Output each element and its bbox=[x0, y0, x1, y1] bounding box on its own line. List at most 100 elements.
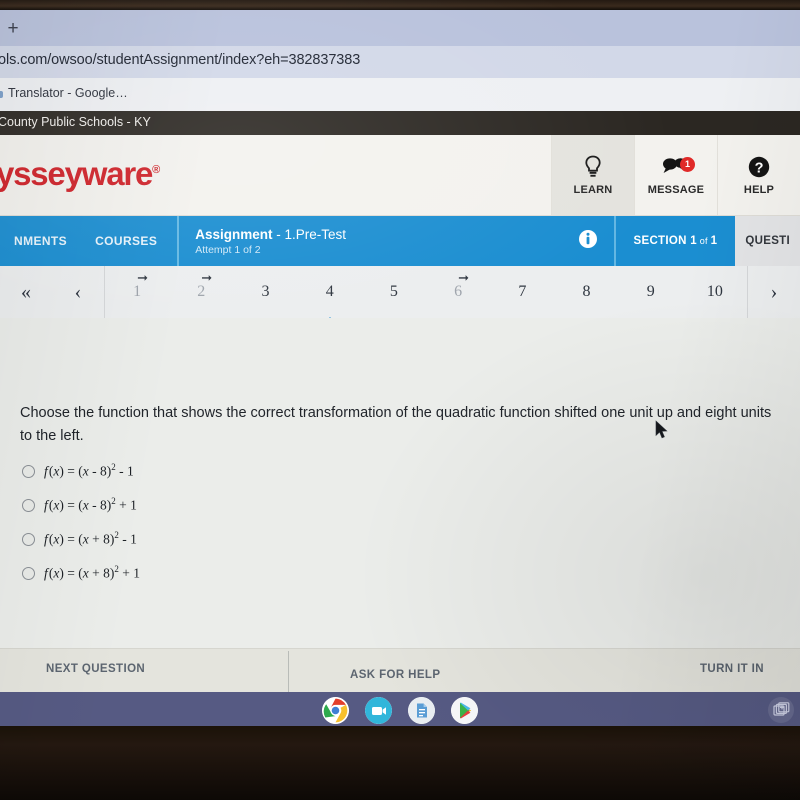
question-indicator: QUESTI bbox=[735, 216, 800, 266]
question-number-label: 2 bbox=[197, 283, 206, 300]
help-button[interactable]: ? HELP bbox=[717, 135, 800, 215]
window-title-text: County Public Schools - KY bbox=[0, 115, 151, 129]
answer-choice-c[interactable]: f (x) = (x + 8)2 - 1 bbox=[22, 522, 522, 556]
message-button[interactable]: 1 MESSAGE bbox=[634, 135, 717, 215]
question-number-list: ➞ 1 ➞ 2 3 4 5 ➞ 6 7 8 9 10 bbox=[105, 266, 747, 326]
section-prefix: SECTION bbox=[633, 235, 687, 247]
question-number-label: 1 bbox=[133, 283, 142, 300]
message-badge: 1 bbox=[680, 157, 695, 172]
question-number-label: 10 bbox=[706, 283, 723, 300]
assignment-info-button[interactable] bbox=[562, 216, 614, 266]
question-navigator: « ‹ ➞ 1 ➞ 2 3 4 5 ➞ 6 7 8 9 10 › bbox=[0, 266, 800, 326]
question-number-label: 5 bbox=[389, 283, 398, 300]
message-label: MESSAGE bbox=[647, 184, 705, 196]
assignment-attempt: Attempt 1 of 2 bbox=[195, 243, 261, 256]
section-number: 1 bbox=[690, 235, 697, 247]
play-store-icon[interactable] bbox=[451, 696, 478, 724]
svg-text:?: ? bbox=[755, 160, 764, 176]
monitor-bezel-top bbox=[0, 0, 800, 10]
answer-choice-b[interactable]: f (x) = (x - 8)2 + 1 bbox=[22, 488, 522, 522]
assignment-info: Assignment - 1.Pre-Test Attempt 1 of 2 bbox=[177, 216, 561, 266]
question-prompt: Choose the function that shows the corre… bbox=[20, 405, 772, 444]
question-flag-arrow-icon: ➞ bbox=[201, 270, 213, 285]
laptop-screen: + ols.com/owsoo/studentAssignment/index?… bbox=[0, 0, 800, 800]
answer-choice-text-b: f (x) = (x - 8)2 + 1 bbox=[44, 496, 137, 513]
question-mark-circle-icon: ? bbox=[747, 154, 771, 180]
answer-choice-text-c: f (x) = (x + 8)2 - 1 bbox=[44, 530, 137, 547]
answer-choice-d[interactable]: f (x) = (x + 8)2 + 1 bbox=[22, 556, 522, 590]
assignment-action-bar: NEXT QUESTION ASK FOR HELP TURN IT IN bbox=[0, 648, 800, 693]
radio-button-c[interactable] bbox=[22, 532, 35, 546]
radio-button-b[interactable] bbox=[22, 498, 35, 512]
question-number-10[interactable]: 10 bbox=[683, 266, 747, 318]
assignment-name: - 1.Pre-Test bbox=[276, 226, 347, 242]
learn-button[interactable]: LEARN bbox=[551, 135, 634, 215]
question-number-2[interactable]: ➞ 2 bbox=[169, 266, 233, 318]
question-number-label: 8 bbox=[582, 283, 591, 300]
action-bar-divider bbox=[288, 651, 289, 693]
video-call-icon[interactable] bbox=[365, 696, 392, 724]
bookmarks-bar: Translator - Google… bbox=[0, 78, 800, 112]
bookmark-item-translator[interactable]: Translator - Google… bbox=[8, 86, 128, 100]
nav-courses[interactable]: COURSES bbox=[81, 216, 171, 266]
screen-photo: + ols.com/owsoo/studentAssignment/index?… bbox=[0, 0, 800, 800]
question-number-label: 4 bbox=[325, 283, 334, 300]
radio-button-a[interactable] bbox=[22, 464, 35, 478]
odysseyware-logo[interactable]: lysseyware® bbox=[0, 155, 160, 193]
new-tab-button[interactable]: + bbox=[4, 19, 22, 38]
registered-trademark-icon: ® bbox=[152, 164, 161, 176]
next-question-arrow-button[interactable]: › bbox=[748, 266, 800, 318]
previous-question-button[interactable]: ‹ bbox=[52, 266, 104, 318]
answer-choice-a[interactable]: f (x) = (x - 8)2 - 1 bbox=[22, 454, 522, 488]
section-of: of bbox=[699, 236, 708, 246]
question-flag-arrow-icon: ➞ bbox=[137, 270, 148, 285]
learn-label: LEARN bbox=[573, 184, 613, 196]
question-number-label: 3 bbox=[261, 283, 270, 300]
answer-choice-text-d: f (x) = (x + 8)2 + 1 bbox=[44, 564, 140, 581]
browser-tab-strip: + bbox=[0, 9, 800, 47]
section-indicator: SECTION 1 of 1 bbox=[613, 216, 736, 266]
radio-button-d[interactable] bbox=[22, 566, 35, 580]
question-number-5[interactable]: 5 bbox=[362, 266, 426, 318]
google-docs-icon[interactable] bbox=[408, 696, 435, 724]
question-number-6[interactable]: ➞ 6 bbox=[426, 266, 490, 318]
first-question-button[interactable]: « bbox=[0, 266, 52, 318]
chrome-icon[interactable] bbox=[322, 696, 349, 724]
question-flag-arrow-icon: ➞ bbox=[458, 270, 470, 285]
assignment-label: Assignment bbox=[195, 226, 273, 242]
next-question-button[interactable]: NEXT QUESTION bbox=[46, 663, 145, 675]
question-number-label: 9 bbox=[646, 283, 655, 300]
browser-address-bar[interactable]: ols.com/owsoo/studentAssignment/index?eh… bbox=[0, 46, 800, 78]
question-number-1[interactable]: ➞ 1 bbox=[105, 266, 169, 318]
question-number-label: 6 bbox=[454, 283, 463, 300]
question-number-9[interactable]: 9 bbox=[619, 266, 683, 318]
assignment-bar: NMENTS COURSES Assignment - 1.Pre-Test A… bbox=[0, 216, 800, 266]
question-number-3[interactable]: 3 bbox=[233, 266, 297, 318]
address-bar-field[interactable]: ols.com/owsoo/studentAssignment/index?eh… bbox=[0, 46, 800, 78]
question-number-label: 7 bbox=[518, 283, 527, 300]
question-number-4[interactable]: 4 bbox=[298, 266, 362, 326]
window-title-strip: County Public Schools - KY bbox=[0, 111, 800, 135]
help-label: HELP bbox=[743, 184, 775, 196]
chromeos-shelf bbox=[0, 692, 800, 728]
info-circle-icon bbox=[578, 229, 598, 254]
question-number-7[interactable]: 7 bbox=[490, 266, 554, 318]
monitor-bezel-bottom bbox=[0, 726, 800, 800]
assignment-title-row: Assignment - 1.Pre-Test bbox=[195, 227, 561, 242]
address-bar-url: ols.com/owsoo/studentAssignment/index?eh… bbox=[0, 52, 361, 68]
lightbulb-icon bbox=[584, 154, 602, 180]
answer-choice-text-a: f (x) = (x - 8)2 - 1 bbox=[44, 462, 134, 479]
turn-it-in-button[interactable]: TURN IT IN bbox=[700, 663, 764, 675]
window-overview-icon[interactable] bbox=[768, 697, 794, 723]
header-actions: LEARN 1 MESSAGE ? HELP bbox=[551, 135, 800, 215]
question-number-8[interactable]: 8 bbox=[554, 266, 618, 318]
app-header: lysseyware® LEARN 1 MESSAGE ? HELP bbox=[0, 135, 800, 216]
ask-for-help-button[interactable]: ASK FOR HELP bbox=[350, 669, 440, 681]
logo-wordmark: lysseyware bbox=[0, 155, 153, 192]
section-total: 1 bbox=[710, 235, 718, 247]
shelf-app-icons bbox=[0, 692, 800, 728]
bookmark-favicon bbox=[0, 91, 3, 98]
question-content-area: Choose the function that shows the corre… bbox=[0, 318, 800, 648]
answer-choice-list: f (x) = (x - 8)2 - 1 f (x) = (x - 8)2 + 1… bbox=[22, 454, 522, 590]
nav-assignments[interactable]: NMENTS bbox=[0, 216, 81, 266]
